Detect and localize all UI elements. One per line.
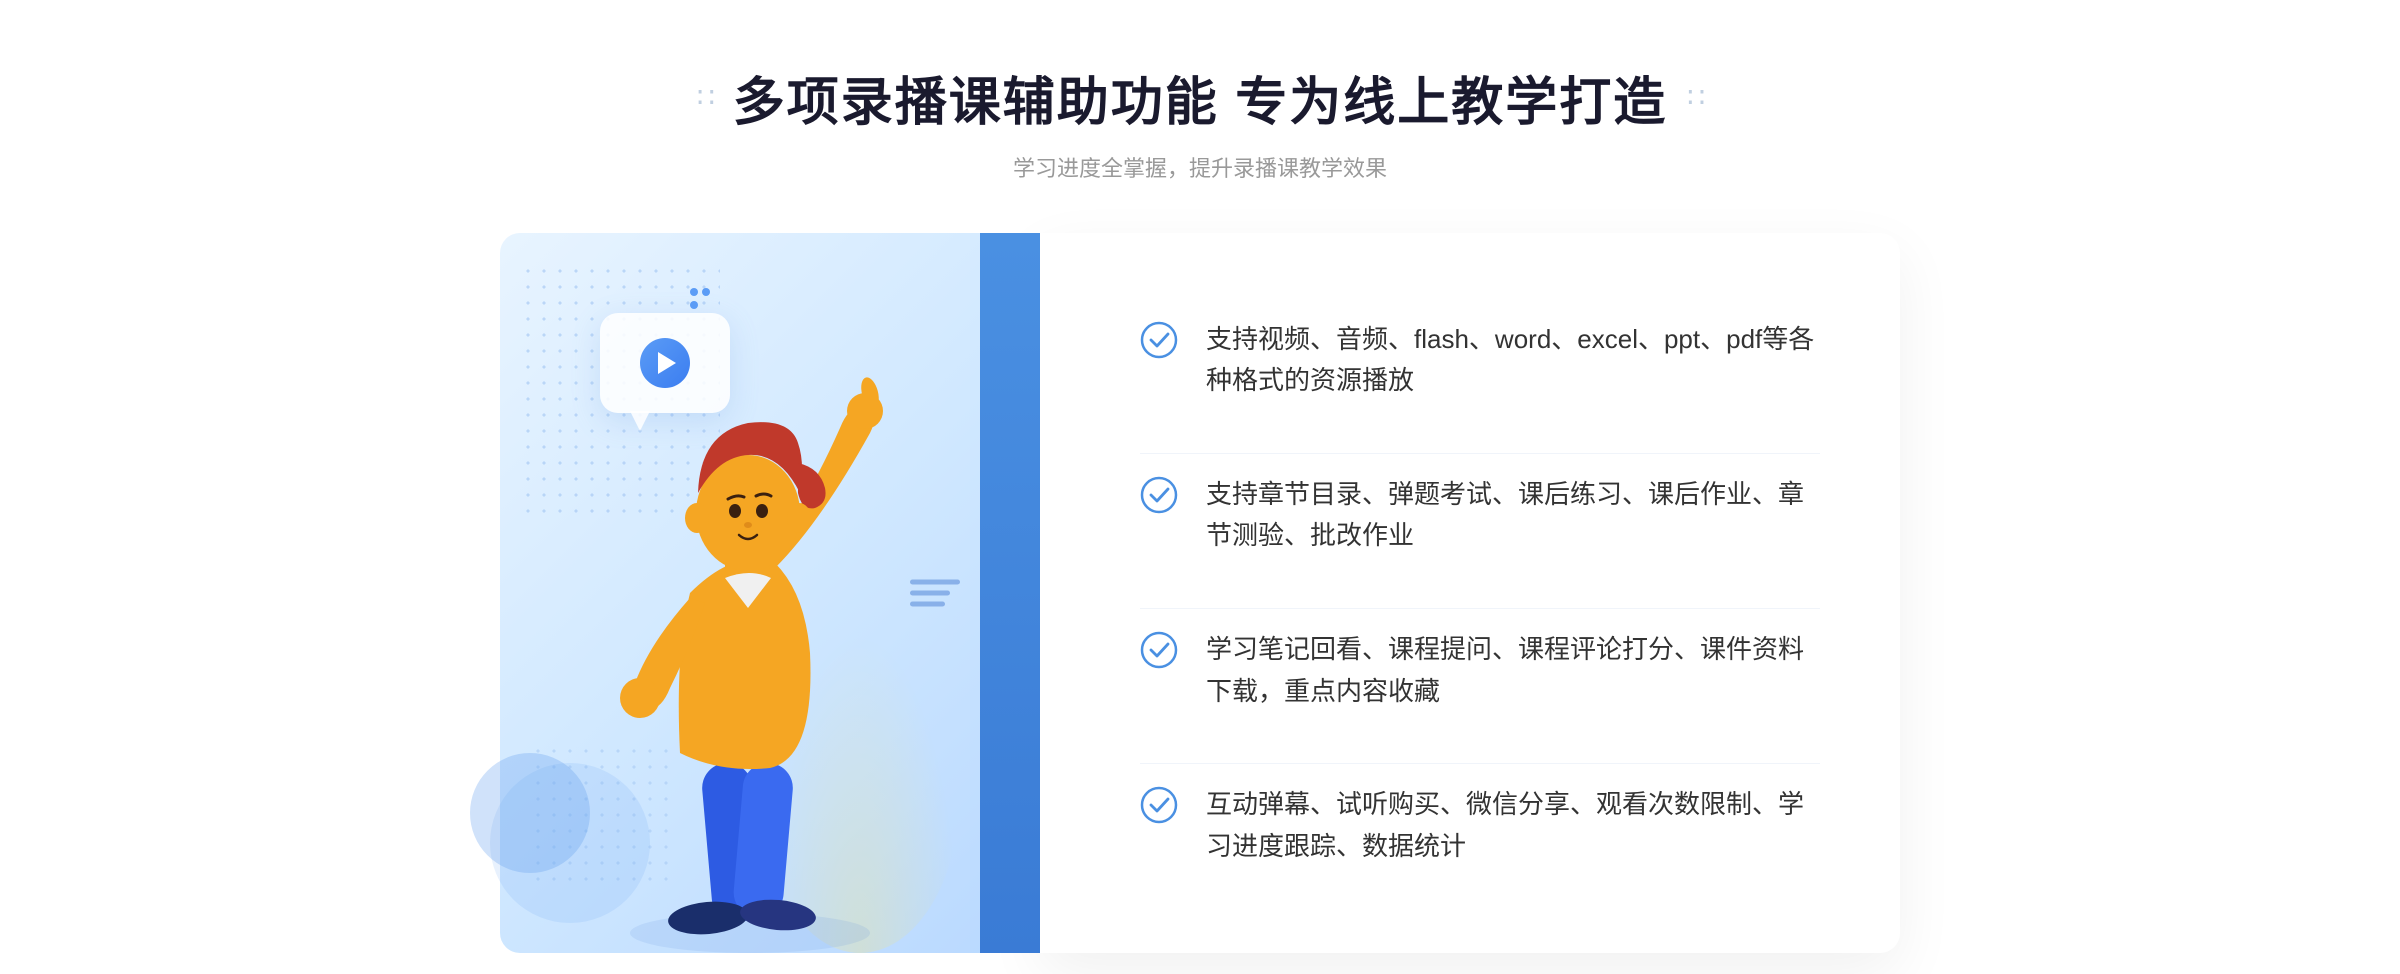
sparkle-line-1 (690, 288, 710, 296)
content-area: » (500, 233, 1900, 953)
sparkle-line-2 (690, 301, 710, 309)
title-decoration-left: ∷ (697, 81, 713, 114)
title-decoration-right: ∷ (1687, 81, 1703, 114)
features-panel: 支持视频、音频、flash、word、excel、ppt、pdf等各种格式的资源… (1040, 233, 1900, 953)
sparkle-decoration (690, 288, 710, 309)
title-wrapper: ∷ 多项录播课辅助功能 专为线上教学打造 ∷ (697, 60, 1703, 135)
page-container: ∷ 多项录播课辅助功能 专为线上教学打造 ∷ 学习进度全掌握，提升录播课教学效果… (0, 0, 2400, 953)
sparkle-dot (690, 288, 698, 296)
sparkle-dot (690, 301, 698, 309)
check-icon-1 (1140, 321, 1178, 359)
sparkle-dot (702, 288, 710, 296)
blue-accent-bar (980, 233, 1040, 953)
check-icon-2 (1140, 476, 1178, 514)
check-icon-4 (1140, 786, 1178, 824)
feature-item-3: 学习笔记回看、课程提问、课程评论打分、课件资料下载，重点内容收藏 (1140, 608, 1820, 732)
feature-item-1: 支持视频、音频、flash、word、excel、ppt、pdf等各种格式的资源… (1140, 299, 1820, 422)
check-icon-3 (1140, 631, 1178, 669)
feature-text-3: 学习笔记回看、课程提问、课程评论打分、课件资料下载，重点内容收藏 (1206, 629, 1820, 712)
illustration-panel (500, 233, 1040, 953)
feature-text-2: 支持章节目录、弹题考试、课后练习、课后作业、章节测验、批改作业 (1206, 474, 1820, 557)
feature-item-2: 支持章节目录、弹题考试、课后练习、课后作业、章节测验、批改作业 (1140, 453, 1820, 577)
page-title: 多项录播课辅助功能 专为线上教学打造 (733, 60, 1667, 135)
page-subtitle: 学习进度全掌握，提升录播课教学效果 (1013, 151, 1387, 183)
feature-text-1: 支持视频、音频、flash、word、excel、ppt、pdf等各种格式的资源… (1206, 319, 1820, 402)
feature-text-4: 互动弹幕、试听购买、微信分享、观看次数限制、学习进度跟踪、数据统计 (1206, 784, 1820, 867)
person-illustration (560, 373, 940, 953)
feature-item-4: 互动弹幕、试听购买、微信分享、观看次数限制、学习进度跟踪、数据统计 (1140, 763, 1820, 887)
header-section: ∷ 多项录播课辅助功能 专为线上教学打造 ∷ 学习进度全掌握，提升录播课教学效果 (697, 60, 1703, 183)
